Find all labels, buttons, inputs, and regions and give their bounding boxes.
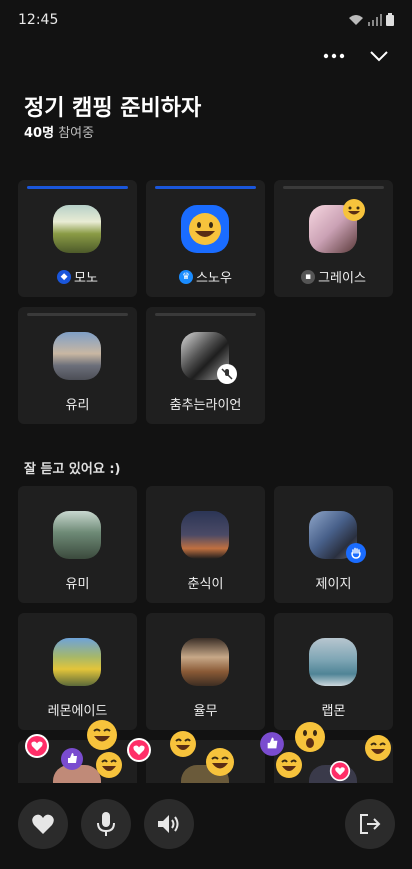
participating-label: 참여중 [58,126,95,141]
like-button[interactable] [18,799,68,849]
speaker-grid: ◆ 모노 ♛ 스노우 ▪ 그레이스 유리 춤추는라이언 [18,180,394,424]
listener-name: 제이지 [315,577,352,592]
signal-icon [368,13,382,26]
more-options-button[interactable] [320,42,348,70]
surprised-emoji-icon [295,722,325,752]
more-icon [323,53,345,59]
speaker-name: 모노 [74,271,98,286]
avatar [53,205,101,253]
listener-name: 유미 [65,577,90,592]
speaker-name: 유리 [65,398,90,413]
listener-card[interactable]: 춘식이 [146,486,265,603]
status-icons [348,13,394,26]
listener-name: 춘식이 [187,577,224,592]
heart-reaction-icon [25,734,49,758]
heart-reaction-icon [329,760,351,782]
speaking-indicator [27,186,128,189]
leave-room-button[interactable] [345,799,395,849]
listener-card[interactable]: 율무 [146,613,265,730]
grin-emoji-icon [276,752,302,778]
battery-icon [386,13,394,26]
speaking-indicator [27,313,128,316]
listener-card[interactable]: 레몬에이드 [18,613,137,730]
speaker-name: 스노우 [196,271,232,286]
speaker-card[interactable]: ▪ 그레이스 [274,180,393,297]
avatar [53,511,101,559]
listener-name: 랩몬 [321,704,346,719]
raised-hand-icon [346,543,366,563]
mic-off-icon [217,364,237,384]
avatar [53,332,101,380]
grin-emoji-icon [365,735,391,761]
speaking-indicator [155,313,256,316]
participant-number: 40명 [24,126,55,141]
listener-card[interactable]: 랩몬 [274,613,393,730]
speaker-card[interactable]: 유리 [18,307,137,424]
heart-reaction-icon [127,738,151,762]
speaker-card[interactable]: ◆ 모노 [18,180,137,297]
avatar [53,638,101,686]
chevron-down-icon [370,51,388,62]
speaker-icon [158,815,179,833]
grin-emoji-icon [206,748,234,776]
status-bar: 12:45 [0,0,412,40]
avatar [181,511,229,559]
avatar [181,205,229,253]
exit-icon [360,814,381,834]
listener-card[interactable]: 제이지 [274,486,393,603]
heart-icon [32,814,54,834]
avatar [309,638,357,686]
grin-emoji-icon [343,199,365,221]
thumbs-up-reaction-icon [61,748,83,770]
minimize-button[interactable] [365,42,393,70]
listener-card[interactable]: 유미 [18,486,137,603]
microphone-icon [97,812,115,836]
speaker-card[interactable]: ♛ 스노우 [146,180,265,297]
microphone-button[interactable] [81,799,131,849]
speaker-name: 그레이스 [318,271,366,286]
listeners-header: 잘 듣고 있어요 :) [24,462,121,477]
speaker-name: 춤추는라이언 [169,398,242,413]
status-time: 12:45 [18,12,59,28]
participant-count: 40명 참여중 [24,122,94,141]
wifi-icon [349,14,363,25]
crown-badge-icon: ♛ [179,269,194,284]
speaking-indicator [283,186,384,189]
grin-emoji-icon [170,731,196,757]
listener-name: 레몬에이드 [47,704,108,719]
grin-emoji-icon [96,752,122,778]
member-badge-icon: ▪ [301,269,316,284]
speaker-button[interactable] [144,799,194,849]
host-badge-icon: ◆ [57,269,72,284]
avatar [181,638,229,686]
speaker-card[interactable]: 춤추는라이언 [146,307,265,424]
smiley-avatar-icon [189,213,221,245]
speaking-indicator [155,186,256,189]
listener-name: 율무 [193,704,218,719]
room-title: 정기 캠핑 준비하자 [24,96,202,121]
grin-emoji-icon [87,720,117,750]
